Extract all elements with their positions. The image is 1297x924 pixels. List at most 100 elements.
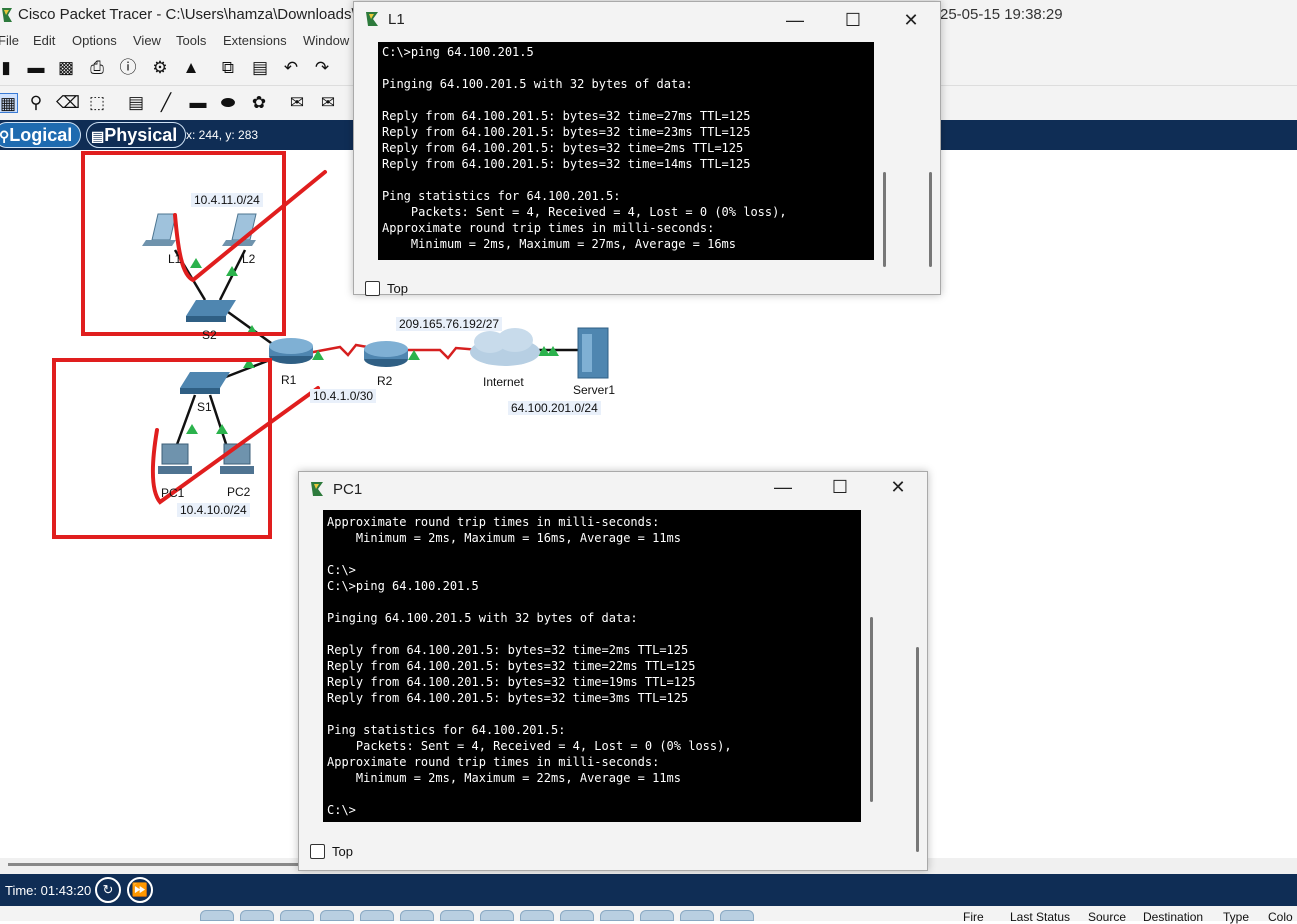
terminal-line: Reply from 64.100.201.5: bytes=32 time=2… bbox=[382, 109, 751, 123]
menu-window[interactable]: Window bbox=[303, 33, 349, 48]
copy-icon[interactable]: ⧉ bbox=[218, 58, 238, 78]
terminal-line: Reply from 64.100.201.5: bytes=32 time=2… bbox=[382, 125, 751, 139]
packet-tracer-window-icon bbox=[366, 12, 378, 26]
link-s1-pc2 bbox=[208, 394, 230, 451]
router-r1-icon[interactable] bbox=[269, 338, 313, 364]
router-r2-icon[interactable] bbox=[364, 341, 408, 367]
draw-line-icon[interactable]: ╱ bbox=[156, 93, 176, 113]
device-category-item[interactable] bbox=[320, 910, 354, 921]
device-label-l1: L1 bbox=[168, 252, 182, 266]
window-scrollbar[interactable] bbox=[916, 647, 919, 852]
app-title: Cisco Packet Tracer - C:\Users\hamza\Dow… bbox=[18, 6, 356, 23]
minimize-icon[interactable]: — bbox=[777, 6, 813, 34]
l1-terminal-output[interactable]: C:\>ping 64.100.201.5 Pinging 64.100.201.… bbox=[378, 42, 874, 260]
top-checkbox[interactable] bbox=[310, 844, 325, 859]
fast-forward-icon[interactable]: ⏩ bbox=[127, 877, 153, 903]
maximize-icon[interactable]: ☐ bbox=[822, 473, 858, 501]
terminal-line: Packets: Sent = 4, Received = 4, Lost = … bbox=[327, 739, 732, 753]
device-category-item[interactable] bbox=[360, 910, 394, 921]
print-icon[interactable]: ⎙ bbox=[87, 58, 107, 78]
terminal-line: Approximate round trip times in milli-se… bbox=[382, 221, 715, 235]
device-category-item[interactable] bbox=[240, 910, 274, 921]
title-timestamp: 25-05-15 19:38:29 bbox=[940, 6, 1063, 23]
network-label-p2p: 10.4.1.0/30 bbox=[310, 389, 377, 403]
freeform-icon[interactable]: ✿ bbox=[249, 93, 269, 113]
device-category-item[interactable] bbox=[600, 910, 634, 921]
maximize-icon[interactable]: ☐ bbox=[835, 6, 871, 34]
device-category-item[interactable] bbox=[480, 910, 514, 921]
pc1-icon[interactable] bbox=[158, 443, 192, 474]
note-tool-icon[interactable]: ▤ bbox=[126, 93, 146, 113]
device-category-item[interactable] bbox=[440, 910, 474, 921]
physical-view-button[interactable]: ▤Physical bbox=[86, 122, 187, 148]
draw-rectangle-icon[interactable]: ▬ bbox=[188, 93, 208, 113]
physical-icon: ▤ bbox=[91, 128, 105, 144]
device-label-pc2: PC2 bbox=[227, 485, 251, 499]
device-category-item[interactable] bbox=[720, 910, 754, 921]
add-complex-pdu-icon[interactable]: ✉ bbox=[318, 93, 338, 113]
power-cycle-icon[interactable]: ↻ bbox=[95, 877, 121, 903]
select-tool-icon[interactable]: ▦ bbox=[0, 93, 18, 113]
server1-icon[interactable] bbox=[577, 327, 609, 379]
undo-icon[interactable]: ↶ bbox=[281, 58, 301, 78]
info-icon[interactable]: ⓘ bbox=[118, 58, 138, 78]
device-label-r1: R1 bbox=[281, 373, 297, 387]
close-icon[interactable]: ✕ bbox=[880, 473, 916, 501]
event-col-last-status: Last Status bbox=[1010, 910, 1071, 924]
menu-view[interactable]: View bbox=[133, 33, 161, 48]
scrollbar-thumb[interactable] bbox=[8, 863, 308, 866]
terminal-scrollbar[interactable] bbox=[883, 172, 886, 267]
device-category-item[interactable] bbox=[640, 910, 674, 921]
activity-wizard-icon[interactable]: ▲ bbox=[181, 58, 201, 78]
window-title: PC1 bbox=[333, 481, 363, 498]
internet-cloud-icon[interactable] bbox=[470, 328, 540, 366]
network-label-pc: 10.4.10.0/24 bbox=[177, 503, 250, 517]
terminal-line: Minimum = 2ms, Maximum = 27ms, Average =… bbox=[382, 237, 737, 251]
device-category-item[interactable] bbox=[200, 910, 234, 921]
menu-tools[interactable]: Tools bbox=[176, 33, 206, 48]
new-file-icon[interactable]: ▮ bbox=[0, 58, 16, 78]
laptop-l1-icon[interactable] bbox=[142, 213, 177, 246]
physical-label: Physical bbox=[104, 125, 178, 145]
minimize-icon[interactable]: — bbox=[765, 473, 801, 501]
l1-console-window: L1 — ☐ ✕ C:\>ping 64.100.201.5 Pinging 64… bbox=[353, 1, 941, 296]
redo-icon[interactable]: ↷ bbox=[312, 58, 332, 78]
menu-edit[interactable]: Edit bbox=[33, 33, 55, 48]
device-category-item[interactable] bbox=[560, 910, 594, 921]
device-label-r2: R2 bbox=[377, 374, 393, 388]
top-checkbox[interactable] bbox=[365, 281, 380, 296]
switch-s1-icon[interactable] bbox=[180, 372, 230, 394]
annotation-box-top bbox=[81, 151, 286, 336]
device-panel: Fire Last Status Source Destination Type… bbox=[0, 906, 1297, 924]
menu-file[interactable]: File bbox=[0, 33, 19, 48]
network-wizard-icon[interactable]: ⚙ bbox=[150, 58, 170, 78]
terminal-line: Reply from 64.100.201.5: bytes=32 time=2… bbox=[327, 643, 689, 657]
terminal-line: C:\> bbox=[327, 563, 356, 577]
device-category-item[interactable] bbox=[400, 910, 434, 921]
paste-icon[interactable]: ▤ bbox=[250, 58, 270, 78]
device-category-item[interactable] bbox=[280, 910, 314, 921]
draw-ellipse-icon[interactable]: ⬬ bbox=[218, 93, 238, 113]
device-label-internet: Internet bbox=[483, 375, 524, 389]
add-simple-pdu-icon[interactable]: ✉ bbox=[287, 93, 307, 113]
logical-view-button[interactable]: ⚲Logical bbox=[0, 122, 82, 148]
save-icon[interactable]: ▩ bbox=[56, 58, 76, 78]
delete-tool-icon[interactable]: ⌫ bbox=[56, 93, 80, 113]
terminal-scrollbar[interactable] bbox=[870, 617, 873, 802]
open-folder-icon[interactable]: ▬ bbox=[26, 58, 46, 78]
resize-tool-icon[interactable]: ⬚ bbox=[87, 93, 107, 113]
sim-time: Time: 01:43:20 bbox=[5, 883, 92, 898]
device-category-item[interactable] bbox=[680, 910, 714, 921]
switch-s2-icon[interactable] bbox=[186, 300, 236, 322]
window-scrollbar[interactable] bbox=[929, 172, 932, 267]
device-category-item[interactable] bbox=[520, 910, 554, 921]
terminal-line: Ping statistics for 64.100.201.5: bbox=[327, 723, 566, 737]
menu-options[interactable]: Options bbox=[72, 33, 117, 48]
close-icon[interactable]: ✕ bbox=[893, 6, 929, 34]
cursor-coordinates: x: 244, y: 283 bbox=[186, 128, 259, 142]
pc1-terminal-output[interactable]: Approximate round trip times in milli-se… bbox=[323, 510, 861, 822]
top-checkbox-label: Top bbox=[332, 844, 353, 859]
menu-extensions[interactable]: Extensions bbox=[223, 33, 287, 48]
inspect-tool-icon[interactable]: ⚲ bbox=[26, 93, 46, 113]
